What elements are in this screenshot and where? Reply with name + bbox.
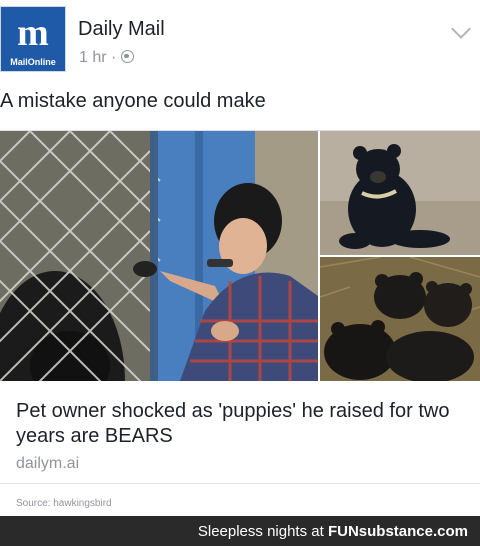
photo-collage[interactable] xyxy=(0,131,480,381)
source-credit: Source: hawkingsbird xyxy=(16,498,112,509)
watermark-text: Sleepless nights at FUNsubstance.com xyxy=(198,523,468,540)
chevron-down-icon[interactable] xyxy=(451,19,471,39)
mail-logo-subtext: MailOnline xyxy=(10,57,56,67)
page-name-link[interactable]: Daily Mail xyxy=(78,18,165,41)
globe-icon xyxy=(120,50,134,63)
watermark-bar: Sleepless nights at FUNsubstance.com xyxy=(0,516,480,546)
post-meta: 1 hr · xyxy=(79,49,134,67)
article-domain: dailym.ai xyxy=(16,455,80,472)
meta-separator: · xyxy=(111,49,117,66)
article-text[interactable]: Pet owner shocked as 'puppies' he raised… xyxy=(0,381,480,483)
article-headline[interactable]: Pet owner shocked as 'puppies' he raised… xyxy=(16,399,466,449)
photo-bear-cubs[interactable] xyxy=(320,257,480,381)
mail-logo-letter: m xyxy=(17,12,49,54)
facebook-post: m MailOnline Daily Mail 1 hr · A mistake… xyxy=(0,0,480,516)
watermark-prefix: Sleepless nights at xyxy=(197,523,324,540)
watermark-brand: FUNsubstance.com xyxy=(327,523,468,540)
post-time[interactable]: 1 hr xyxy=(79,49,107,66)
page-avatar[interactable]: m MailOnline xyxy=(0,6,66,72)
photo-man-feeding-bear[interactable] xyxy=(0,131,318,381)
link-preview-card[interactable]: Pet owner shocked as 'puppies' he raised… xyxy=(0,130,480,484)
post-caption: A mistake anyone could make xyxy=(0,90,266,112)
photo-bear-sitting[interactable] xyxy=(320,131,480,255)
